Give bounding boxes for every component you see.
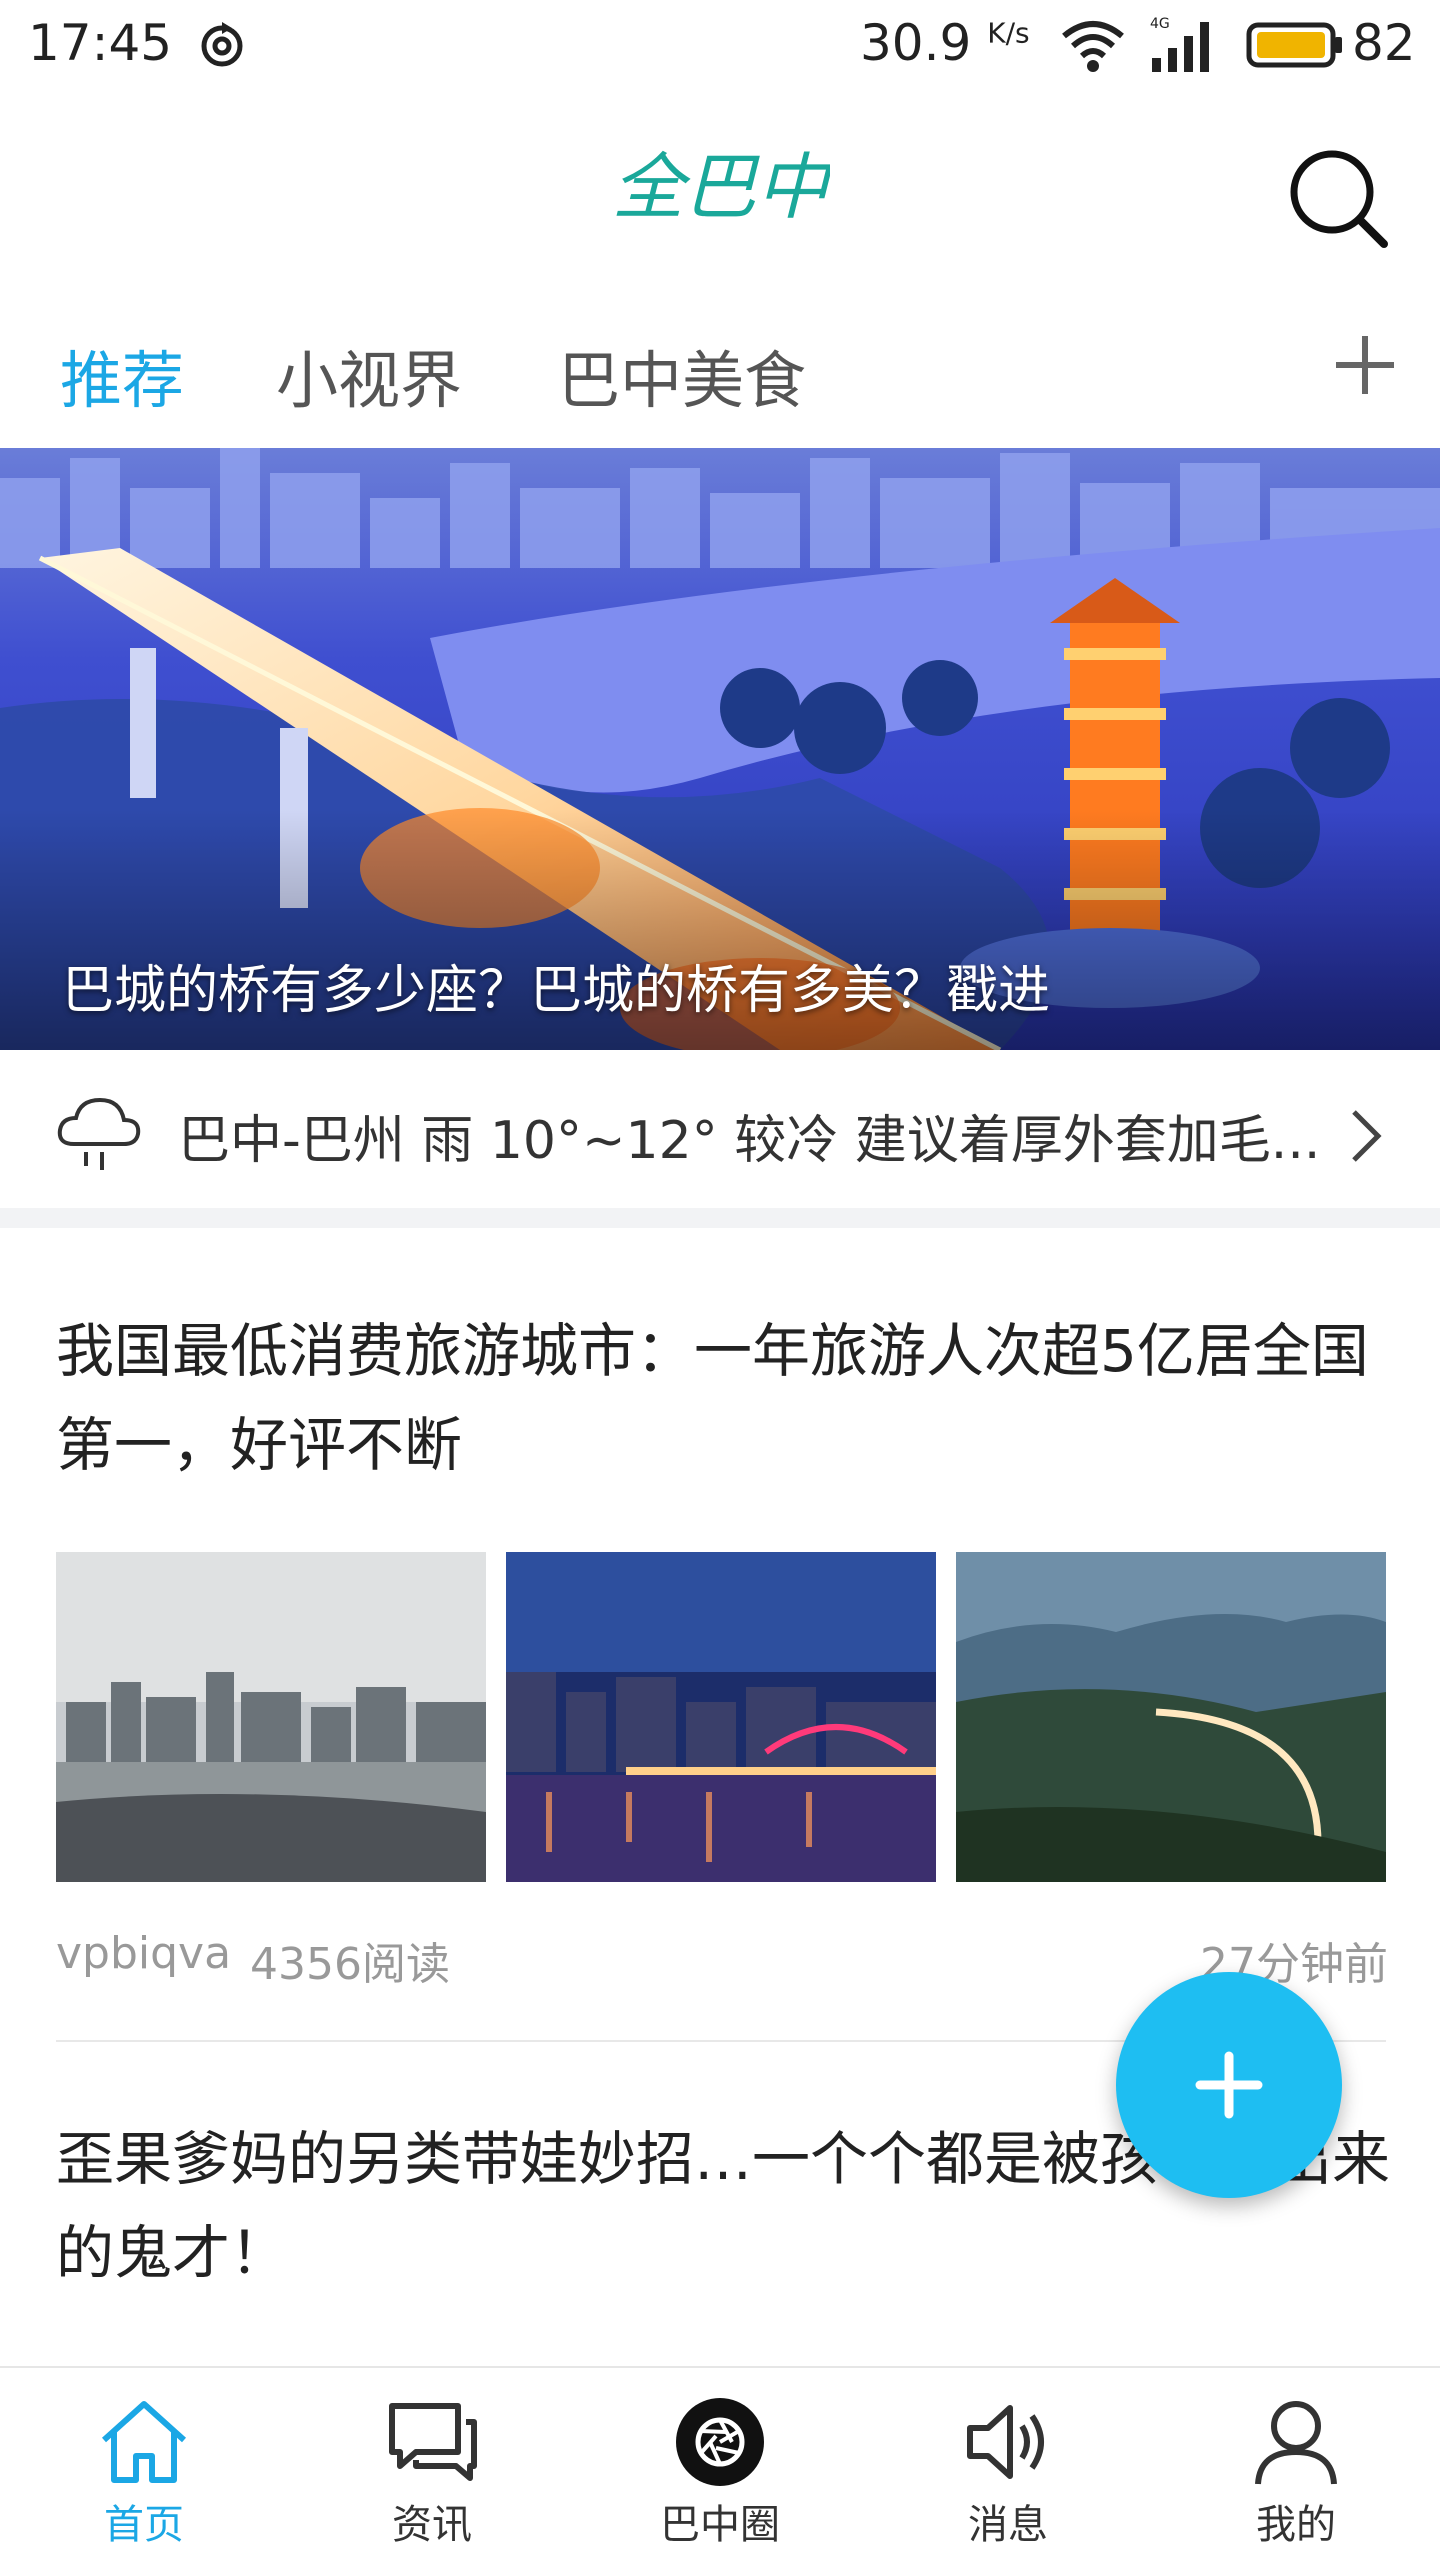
article-title: 我国最低消费旅游城市：一年旅游人次超5亿居全国第一，好评不断 (56, 1317, 1369, 1479)
signal-icon: 4G (1150, 16, 1209, 72)
battery-percent: 82 (1352, 14, 1416, 72)
status-bar: 17:45 30.9 K/s 4G 82 (0, 0, 1440, 90)
compose-fab-button[interactable] (1116, 1972, 1342, 2198)
battery-icon (1246, 22, 1342, 68)
app-header: 全巴中 (0, 90, 1440, 290)
sync-icon (201, 22, 243, 67)
tab-bazhong-food[interactable]: 巴中美食 (558, 330, 806, 420)
bottom-navigation: 首页 资讯 巴中圈 消息 我的 (0, 2366, 1440, 2562)
nav-home[interactable]: 首页 (0, 2368, 288, 2562)
article-read-count: 4356阅读 (250, 1939, 450, 1990)
tab-recommend[interactable]: 推荐 (60, 330, 184, 420)
nav-label: 巴中圈 (660, 2502, 780, 2548)
article-thumbnail (956, 1552, 1386, 1882)
news-article[interactable]: 我国最低消费旅游城市：一年旅游人次超5亿居全国第一，好评不断 vpbiqva 4… (0, 1228, 1440, 2048)
plus-icon (1195, 2051, 1263, 2119)
section-divider (0, 1208, 1440, 1228)
featured-banner[interactable]: 巴城的桥有多少座？巴城的桥有多美？戳进 (0, 448, 1440, 1050)
nav-label: 我的 (1256, 2502, 1336, 2548)
tab-small-vision[interactable]: 小视界 (276, 330, 462, 420)
add-tab-icon[interactable] (1330, 330, 1400, 400)
chat-icon (389, 2403, 477, 2481)
network-speed: 30.9 K/s (860, 14, 1030, 72)
banner-caption: 巴城的桥有多少座？巴城的桥有多美？戳进 (62, 961, 1051, 1021)
speaker-icon (967, 2405, 1044, 2479)
article-thumbnail (56, 1552, 486, 1882)
camera-aperture-icon (676, 2398, 764, 2486)
nav-label: 资讯 (392, 2502, 472, 2548)
nav-profile[interactable]: 我的 (1152, 2368, 1440, 2562)
home-icon (101, 2401, 187, 2483)
weather-bar[interactable]: 巴中-巴州 雨 10°~12° 较冷 建议着厚外套加毛... (0, 1052, 1440, 1208)
nav-label: 消息 (968, 2502, 1048, 2548)
nav-bazhong-circle[interactable]: 巴中圈 (576, 2368, 864, 2562)
nav-messages[interactable]: 消息 (864, 2368, 1152, 2562)
article-author: vpbiqva (56, 1928, 232, 1979)
svg-text:全巴中: 全巴中 (612, 145, 830, 229)
app-logo: 全巴中 (612, 145, 830, 229)
nav-label: 首页 (104, 2502, 184, 2548)
article-thumbnail (506, 1552, 936, 1882)
weather-text: 巴中-巴州 雨 10°~12° 较冷 建议着厚外套加毛... (178, 1111, 1321, 1171)
nav-news[interactable]: 资讯 (288, 2368, 576, 2562)
rain-cloud-icon (57, 1097, 141, 1170)
network-type-label: 4G (1150, 16, 1170, 32)
category-tabs: 推荐 小视界 巴中美食 (0, 300, 1440, 440)
chevron-right-icon (1352, 1110, 1382, 1162)
user-icon (1255, 2401, 1337, 2485)
search-icon[interactable] (1282, 142, 1392, 252)
article-thumbnails (56, 1552, 1386, 1882)
status-time: 17:45 (28, 14, 173, 72)
wifi-icon (1062, 21, 1124, 72)
